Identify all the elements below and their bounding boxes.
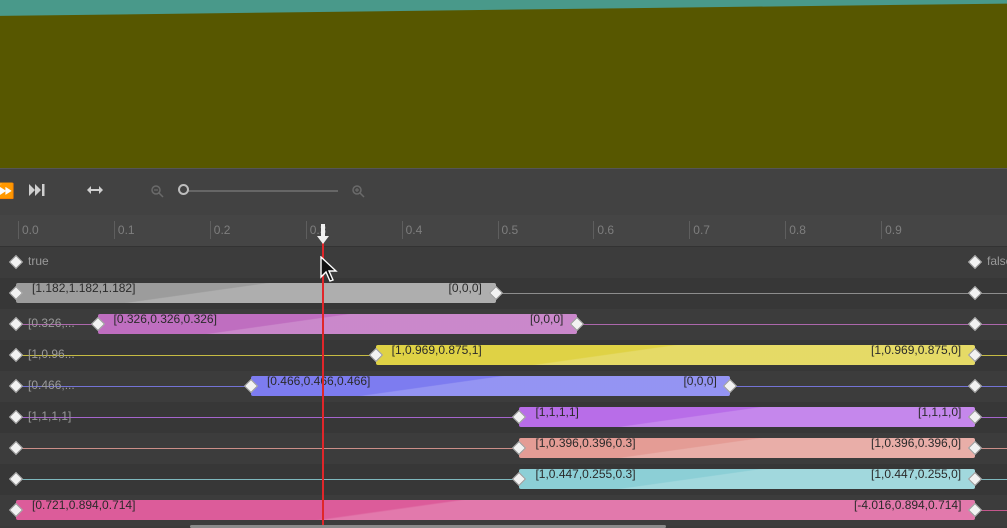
tween-end-value: [0,0,0] <box>683 374 717 388</box>
keyframe-diamond[interactable] <box>967 254 983 270</box>
track-list: truefalse[1.182,1.182,1.182][0,0,0][0.32… <box>0 247 1007 528</box>
tween-start-value: [1,0.447,0.255,0.3] <box>535 467 636 481</box>
track-row[interactable]: true false <box>0 247 1007 278</box>
ruler-tick <box>305 221 307 239</box>
ruler-tick-label: 0.1 <box>117 223 135 237</box>
tween-bar[interactable] <box>519 407 975 427</box>
keyframe-diamond[interactable] <box>967 316 983 332</box>
ruler-tick-label: 0.5 <box>501 223 519 237</box>
zoom-slider-handle[interactable] <box>178 184 189 195</box>
tween-end-value: [1,0.969,0.875,0] <box>871 343 962 357</box>
ruler-tick <box>881 221 883 239</box>
track-row[interactable]: [1,1,1,1] [1,1,1,1] [1,1,1,0] <box>0 402 1007 433</box>
track-value-label: [0.326,... <box>28 316 75 330</box>
track-value-label: [0.466,... <box>28 378 75 392</box>
scene-surface <box>0 0 1007 16</box>
tween-start-value: [1,0.396,0.396,0.3] <box>535 436 636 450</box>
track-value-label: true <box>28 254 49 268</box>
track-row[interactable]: [1.182,1.182,1.182] [0,0,0] <box>0 278 1007 309</box>
ruler-tick <box>689 221 691 239</box>
tween-start-value: [0.466,0.466,0.466] <box>266 374 371 388</box>
track-value-label: [1,0.96... <box>28 347 75 361</box>
ruler-tick <box>113 221 115 239</box>
ruler-tick <box>593 221 595 239</box>
tween-start-value: [0.721,0.894,0.714] <box>32 498 136 512</box>
ruler-tick <box>209 221 211 239</box>
fit-width-icon[interactable] <box>86 183 104 201</box>
track-row[interactable]: [0.721,0.894,0.714] [-4.016,0.894,0.714] <box>0 495 1007 526</box>
ruler-tick-label: 0.8 <box>789 223 806 237</box>
zoom-in-icon[interactable] <box>351 184 365 202</box>
tween-end-value: [-4.016,0.894,0.714] <box>854 498 962 512</box>
keyframe-diamond[interactable] <box>8 378 24 394</box>
tween-end-value: [1,1,1,0] <box>918 405 962 419</box>
playhead-arrow-icon[interactable] <box>316 224 330 246</box>
keyframe-diamond[interactable] <box>8 471 24 487</box>
ruler-tick <box>18 221 19 239</box>
time-ruler[interactable]: 0.0 0.1 0.2 0.3 0.4 0.5 0.6 0.7 0.8 0.9 <box>0 215 1007 247</box>
tween-end-value: [0,0,0] <box>448 281 482 295</box>
track-row[interactable]: [0.466,... [0.466,0.466,0.466] [0,0,0] <box>0 371 1007 402</box>
track-value-label: [1,1,1,1] <box>28 409 72 423</box>
ruler-tick-label: 0.2 <box>213 223 231 237</box>
tween-bar[interactable] <box>16 500 975 520</box>
track-row[interactable]: [1,0.447,0.255,0.3] [1,0.447,0.255,0] <box>0 464 1007 495</box>
keyframe-diamond[interactable] <box>8 440 24 456</box>
ruler-tick <box>401 221 403 239</box>
mouse-pointer-icon <box>320 256 338 282</box>
tween-start-value: [1,1,1,1] <box>535 405 579 419</box>
keyframe-diamond[interactable] <box>967 285 983 301</box>
tween-end-value: [0,0,0] <box>530 312 564 326</box>
zoom-out-icon[interactable] <box>150 184 164 202</box>
scene-viewport[interactable] <box>0 0 1007 168</box>
ruler-tick-label: 0.4 <box>405 223 423 237</box>
keyframe-diamond[interactable] <box>8 254 24 270</box>
ruler-tick-label: 0.9 <box>885 223 902 237</box>
keyframe-diamond[interactable] <box>967 378 983 394</box>
step-back-icon[interactable]: ⏩ <box>0 184 15 200</box>
keyframe-diamond[interactable] <box>8 409 24 425</box>
tween-end-value: [1,0.447,0.255,0] <box>871 467 962 481</box>
skip-to-end-icon[interactable] <box>28 183 46 201</box>
ruler-tick <box>497 221 499 239</box>
keyframe-diamond[interactable] <box>8 347 24 363</box>
ruler-tick-label: 0.6 <box>597 223 615 237</box>
keyframe-diamond[interactable] <box>8 316 24 332</box>
track-row[interactable]: [1,0.396,0.396,0.3] [1,0.396,0.396,0] <box>0 433 1007 464</box>
track-end-value-label: false <box>987 254 1007 268</box>
ruler-tick-label: 0.7 <box>693 223 710 237</box>
zoom-slider-track[interactable] <box>186 190 338 192</box>
tween-bar-curve <box>519 407 975 427</box>
tween-start-value: [1,0.969,0.875,1] <box>391 343 482 357</box>
tween-bar-curve <box>16 500 975 520</box>
ruler-tick <box>785 221 787 239</box>
tween-start-value: [1.182,1.182,1.182] <box>32 281 136 295</box>
tween-start-value: [0.326,0.326,0.326] <box>113 312 217 326</box>
ruler-tick-label: 0.0 <box>22 223 39 237</box>
track-row[interactable]: [1,0.96... [1,0.969,0.875,1] [1,0.969,0.87… <box>0 340 1007 371</box>
track-row[interactable]: [0.326,... [0.326,0.326,0.326] [0,0,0] <box>0 309 1007 340</box>
tween-end-value: [1,0.396,0.396,0] <box>871 436 962 450</box>
